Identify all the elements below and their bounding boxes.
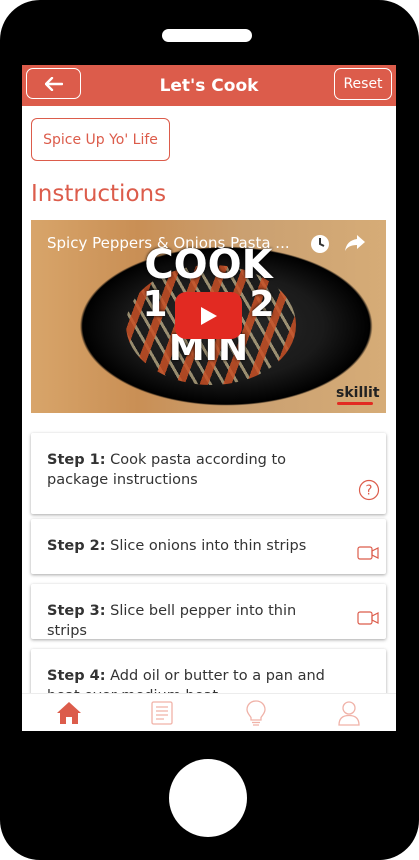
step-card[interactable]: Step 1: Cook pasta according to package … <box>31 433 386 514</box>
spice-up-button[interactable]: Spice Up Yo' Life <box>31 118 170 161</box>
home-button[interactable] <box>169 759 247 837</box>
back-button[interactable] <box>26 68 81 99</box>
recipe-list-icon <box>151 701 173 725</box>
video-player[interactable]: COOK 12 MIN Spicy Peppers & Onions Pasta… <box>31 220 386 413</box>
nav-recipes[interactable] <box>142 694 182 731</box>
play-icon <box>200 306 217 325</box>
step-card[interactable]: Step 3: Slice bell pepper into thin stri… <box>31 584 386 639</box>
page-title: Let's Cook <box>159 75 259 96</box>
lightbulb-icon <box>246 700 266 726</box>
brand-underline <box>337 402 373 405</box>
app-header: Let's Cook Reset <box>22 65 396 106</box>
step-text: Step 1: Cook pasta according to package … <box>47 452 287 488</box>
step-card[interactable]: Step 2: Slice onions into thin strips <box>31 519 386 574</box>
brand-logo: skillit <box>336 385 380 401</box>
play-button[interactable] <box>175 292 242 339</box>
question-icon[interactable]: ? <box>358 479 380 501</box>
speaker-slot <box>162 29 252 42</box>
share-icon[interactable] <box>344 234 366 256</box>
step-text: Step 3: Slice bell pepper into thin stri… <box>47 603 297 639</box>
nav-tips[interactable] <box>236 694 276 731</box>
watch-later-icon[interactable] <box>310 234 330 258</box>
step-text: Step 2: Slice onions into thin strips <box>47 538 307 554</box>
phone-frame: Let's Cook Reset Spice Up Yo' Life Instr… <box>0 0 419 860</box>
nav-home[interactable] <box>49 694 89 731</box>
home-icon <box>56 702 81 724</box>
instructions-heading: Instructions <box>31 181 167 207</box>
video-icon[interactable] <box>357 611 379 625</box>
arrow-left-icon <box>44 76 63 91</box>
profile-icon <box>338 701 360 726</box>
svg-text:?: ? <box>366 484 373 499</box>
nav-profile[interactable] <box>329 694 369 731</box>
reset-button[interactable]: Reset <box>334 68 392 100</box>
app-screen: Let's Cook Reset Spice Up Yo' Life Instr… <box>22 65 396 731</box>
bottom-nav <box>22 693 396 731</box>
video-icon[interactable] <box>357 546 379 560</box>
video-title[interactable]: Spicy Peppers & Onions Pasta ... <box>47 234 309 252</box>
